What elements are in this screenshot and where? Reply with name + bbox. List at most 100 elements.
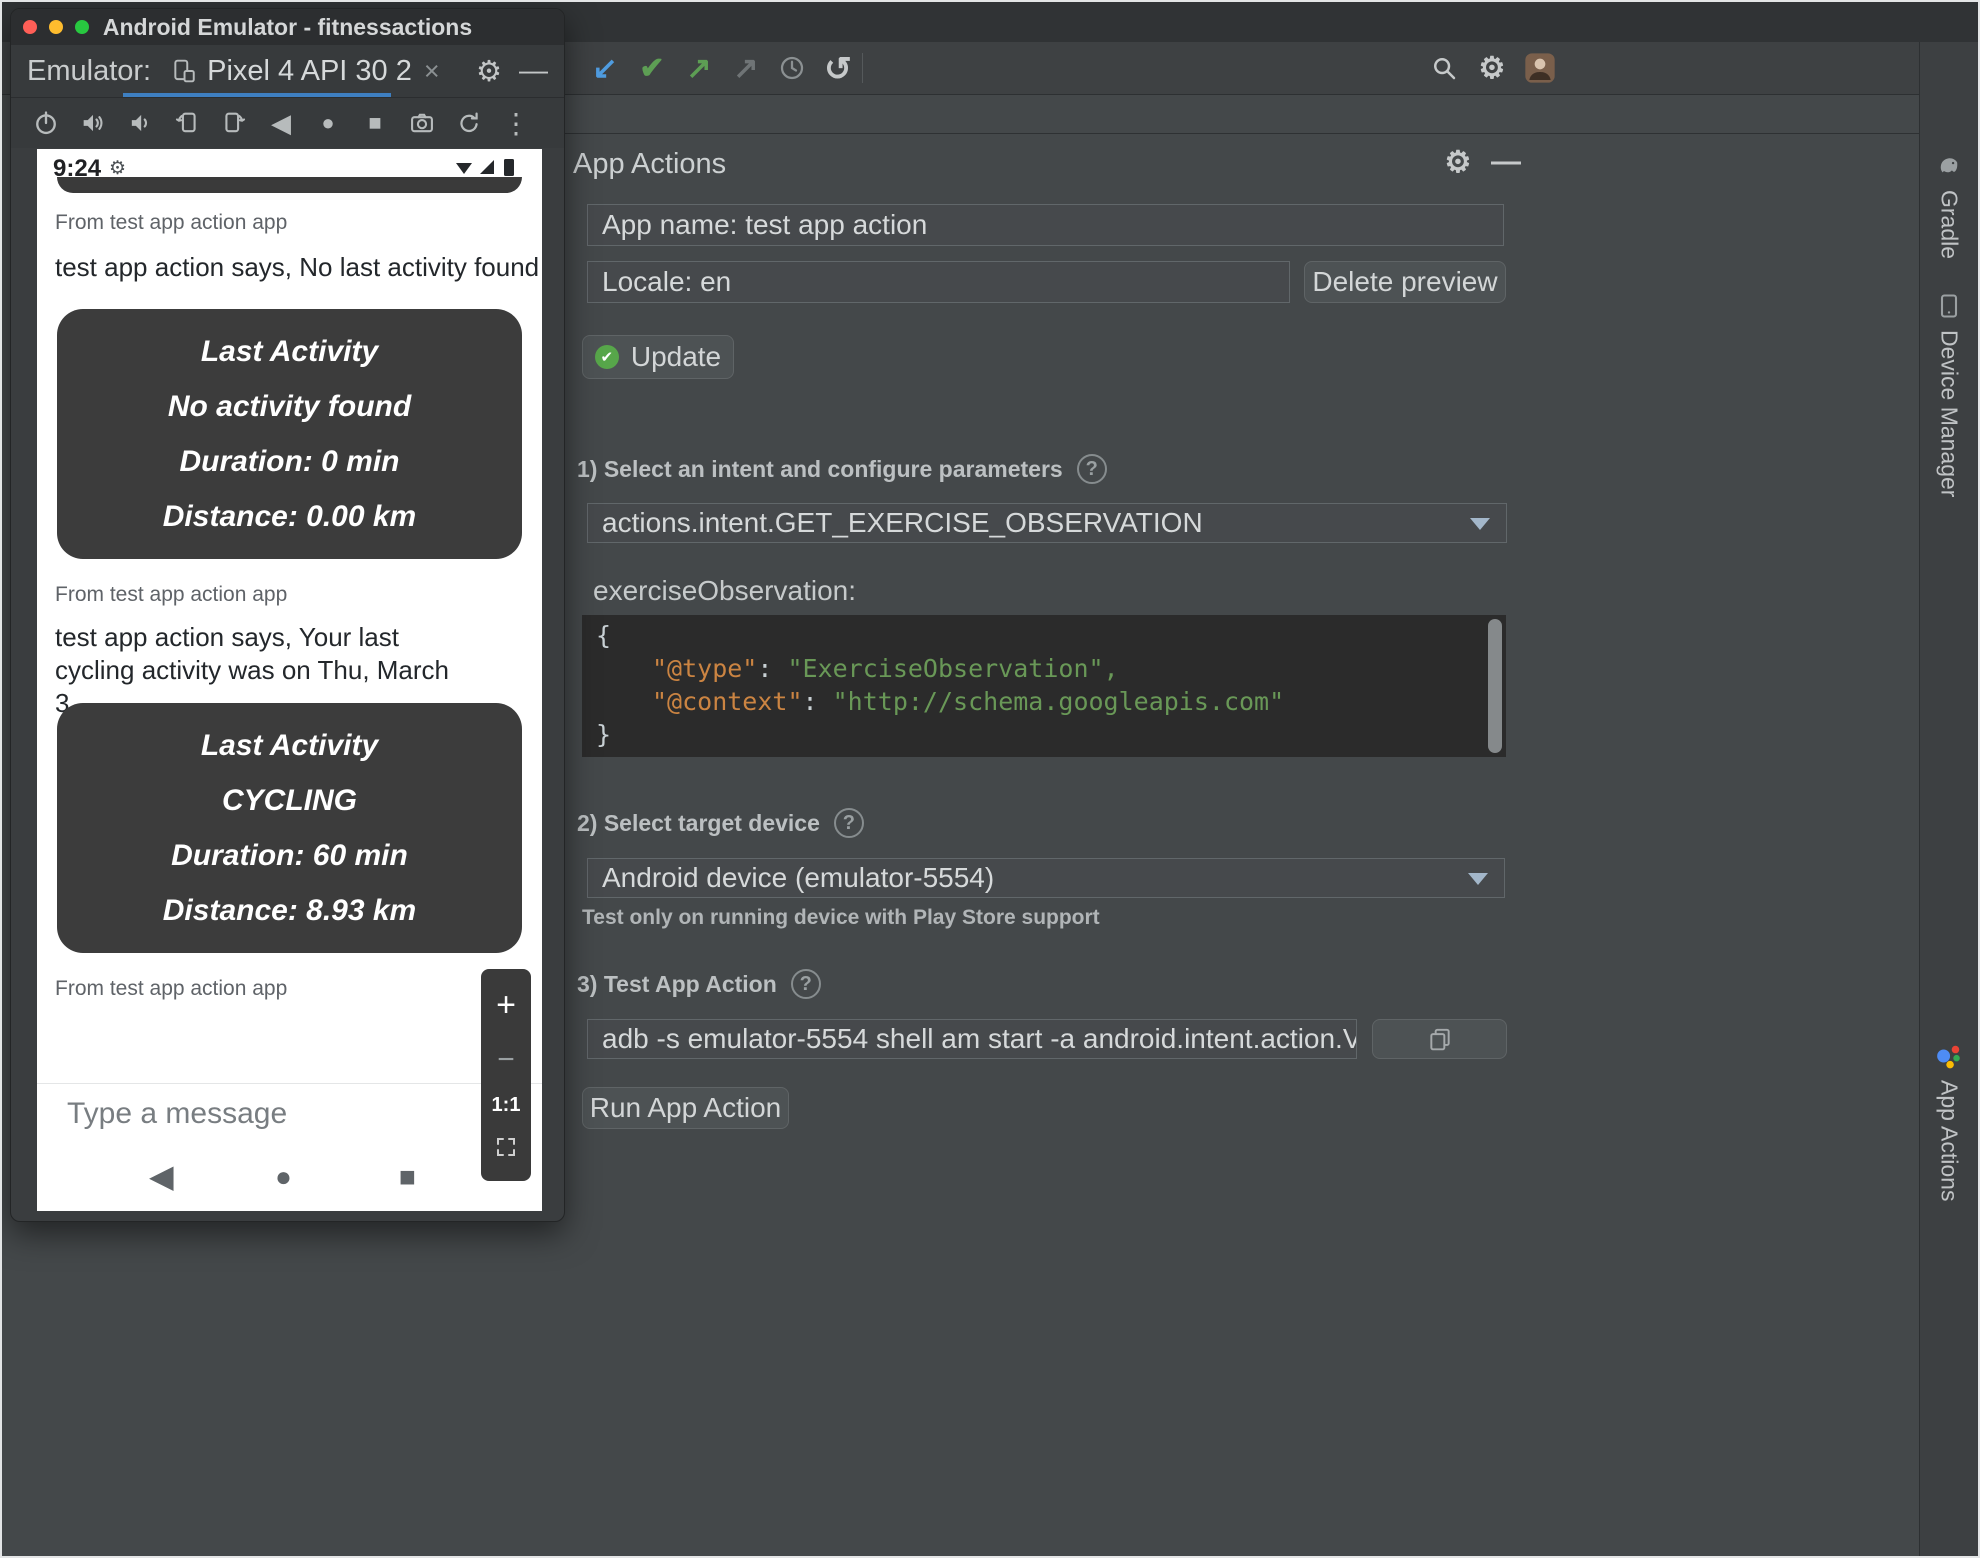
window-title: Android Emulator - fitnessactions <box>102 13 473 40</box>
page-title: App Actions <box>573 148 727 180</box>
chat-message: test app action says, No last activity f… <box>55 252 540 282</box>
step3-help-icon[interactable]: ? <box>790 969 821 999</box>
card-duration: Duration: 0 min <box>179 444 400 478</box>
input-divider <box>37 1083 542 1084</box>
step2-label-row: 2) Select target device ? <box>577 808 864 838</box>
emulator-label: Emulator: <box>27 54 152 87</box>
step3-label-row: 3) Test App Action ? <box>577 969 821 999</box>
copy-command-button[interactable] <box>1372 1019 1507 1059</box>
device-dropdown[interactable]: Android device (emulator-5554) <box>587 858 1505 898</box>
app-name-value: App name: test app action <box>602 209 928 240</box>
code-line: } <box>596 720 612 749</box>
code-line: { <box>596 621 612 650</box>
overview-icon[interactable]: ■ <box>360 108 390 138</box>
card-title: Last Activity <box>200 334 379 368</box>
chat-sender-label: From test app action app <box>55 977 288 1000</box>
camera-icon[interactable] <box>407 108 437 138</box>
emulator-minimize-icon[interactable]: — <box>519 55 548 88</box>
adb-command-input[interactable]: adb -s emulator-5554 shell am start -a a… <box>587 1019 1357 1059</box>
volume-down-icon[interactable] <box>125 108 155 138</box>
zoom-in-button[interactable]: + <box>496 986 516 1025</box>
rotate-right-icon[interactable] <box>219 108 249 138</box>
intent-dropdown[interactable]: actions.intent.GET_EXERCISE_OBSERVATION <box>587 503 1507 543</box>
tab-app-actions[interactable]: App Actions <box>1920 1042 1978 1201</box>
push-disabled-arrow-icon[interactable]: ↗ <box>728 50 764 86</box>
ide-settings-gear-icon[interactable]: ⚙ <box>1474 50 1510 86</box>
copy-icon <box>1429 1028 1450 1051</box>
more-options-icon[interactable]: ⋮ <box>501 108 531 139</box>
snapshot-icon[interactable] <box>454 108 484 138</box>
fit-screen-icon[interactable] <box>494 1135 518 1164</box>
device-tab-label: Pixel 4 API 30 2 <box>207 54 412 87</box>
chat-sender-label: From test app action app <box>55 583 288 606</box>
zoom-ratio-button[interactable]: 1:1 <box>492 1094 521 1117</box>
code-editor[interactable]: { "@type": "ExerciseObservation", "@cont… <box>582 615 1506 757</box>
android-back-button[interactable]: ◀ <box>149 1157 174 1195</box>
step2-label: 2) Select target device <box>577 809 820 836</box>
device-tab[interactable]: Pixel 4 API 30 2 × <box>167 45 444 97</box>
step1-label-row: 1) Select an intent and configure parame… <box>577 454 1107 484</box>
card-activity: No activity found <box>167 389 412 423</box>
card-title: Last Activity <box>200 728 379 762</box>
zoom-out-button[interactable]: − <box>497 1043 515 1077</box>
battery-icon <box>504 159 514 176</box>
device-value: Android device (emulator-5554) <box>602 862 995 893</box>
home-icon[interactable]: ● <box>313 108 343 138</box>
card-activity: CYCLING <box>222 783 357 817</box>
chat-sender-label: From test app action app <box>55 211 288 234</box>
search-icon[interactable] <box>1426 50 1462 86</box>
gradle-icon <box>1940 158 1958 173</box>
toolbar-separator <box>862 53 863 83</box>
user-avatar[interactable] <box>1522 50 1558 86</box>
message-input[interactable]: Type a message <box>67 1097 287 1131</box>
update-check-icon: ✔ <box>594 345 619 369</box>
locale-field[interactable]: Locale: en <box>587 261 1290 303</box>
update-button[interactable]: ✔ Update <box>582 335 734 379</box>
commit-check-icon[interactable]: ✔ <box>634 50 670 86</box>
android-home-button[interactable]: ● <box>275 1161 292 1193</box>
emulator-tab-bar: Emulator: Pixel 4 API 30 2 × ⚙ — <box>11 45 564 98</box>
screenshot-root: ↙ ✔ ↗ ↗ ↺ ⚙ App Actions ⚙ — App name: te… <box>0 0 1980 1558</box>
active-tab-underline <box>123 93 391 97</box>
intent-value: actions.intent.GET_EXERCISE_OBSERVATION <box>602 507 1203 538</box>
param-name-label: exerciseObservation: <box>593 575 857 606</box>
back-icon[interactable]: ◀ <box>266 108 296 138</box>
tab-device-manager[interactable]: Device Manager <box>1920 292 1978 497</box>
step2-help-icon[interactable]: ? <box>833 808 864 838</box>
push-arrow-icon[interactable]: ↗ <box>681 50 717 86</box>
panel-settings-gear-icon[interactable]: ⚙ <box>1440 144 1476 180</box>
code-line: "@context": "http://schema.googleapis.co… <box>652 687 1285 716</box>
device-note: Test only on running device with Play St… <box>582 906 1100 929</box>
panel-top-border <box>565 133 1923 134</box>
app-name-field[interactable]: App name: test app action <box>587 204 1504 246</box>
run-app-action-button[interactable]: Run App Action <box>582 1087 789 1129</box>
card-duration: Duration: 60 min <box>171 838 408 872</box>
update-project-icon[interactable]: ↙ <box>587 50 623 86</box>
rotate-left-icon[interactable] <box>172 108 202 138</box>
history-clock-icon[interactable] <box>774 50 810 86</box>
panel-minimize-icon[interactable]: — <box>1488 144 1524 180</box>
step1-label: 1) Select an intent and configure parame… <box>577 455 1063 482</box>
power-icon[interactable] <box>31 108 61 138</box>
undo-icon[interactable]: ↺ <box>820 50 856 87</box>
activity-card: Last Activity No activity found Duration… <box>57 309 522 559</box>
step1-help-icon[interactable]: ? <box>1076 454 1107 484</box>
chevron-down-icon <box>1470 518 1490 530</box>
emulator-window: Android Emulator - fitnessactions Emulat… <box>10 8 565 1222</box>
right-tool-sidebar: Gradle Device Manager App Actions <box>1919 42 1978 1556</box>
close-tab-icon[interactable]: × <box>424 56 440 87</box>
code-scrollbar[interactable] <box>1488 619 1502 753</box>
emulator-controls-bar: ◀ ● ■ ⋮ <box>11 98 564 148</box>
delete-preview-button[interactable]: Delete preview <box>1304 261 1506 303</box>
activity-card: Last Activity CYCLING Duration: 60 min D… <box>57 703 522 953</box>
volume-up-icon[interactable] <box>78 108 108 138</box>
android-overview-button[interactable]: ■ <box>399 1161 416 1193</box>
signal-icon <box>480 160 494 174</box>
scrolled-card-remnant <box>57 177 522 193</box>
wifi-icon <box>456 163 472 174</box>
phone-screen: 9:24 ⚙ From test app action app test app… <box>37 149 542 1211</box>
tab-gradle[interactable]: Gradle <box>1920 152 1978 259</box>
emulator-settings-gear-icon[interactable]: ⚙ <box>476 54 502 89</box>
phone-icon <box>174 59 195 83</box>
zoom-controls: + − 1:1 <box>481 969 531 1181</box>
